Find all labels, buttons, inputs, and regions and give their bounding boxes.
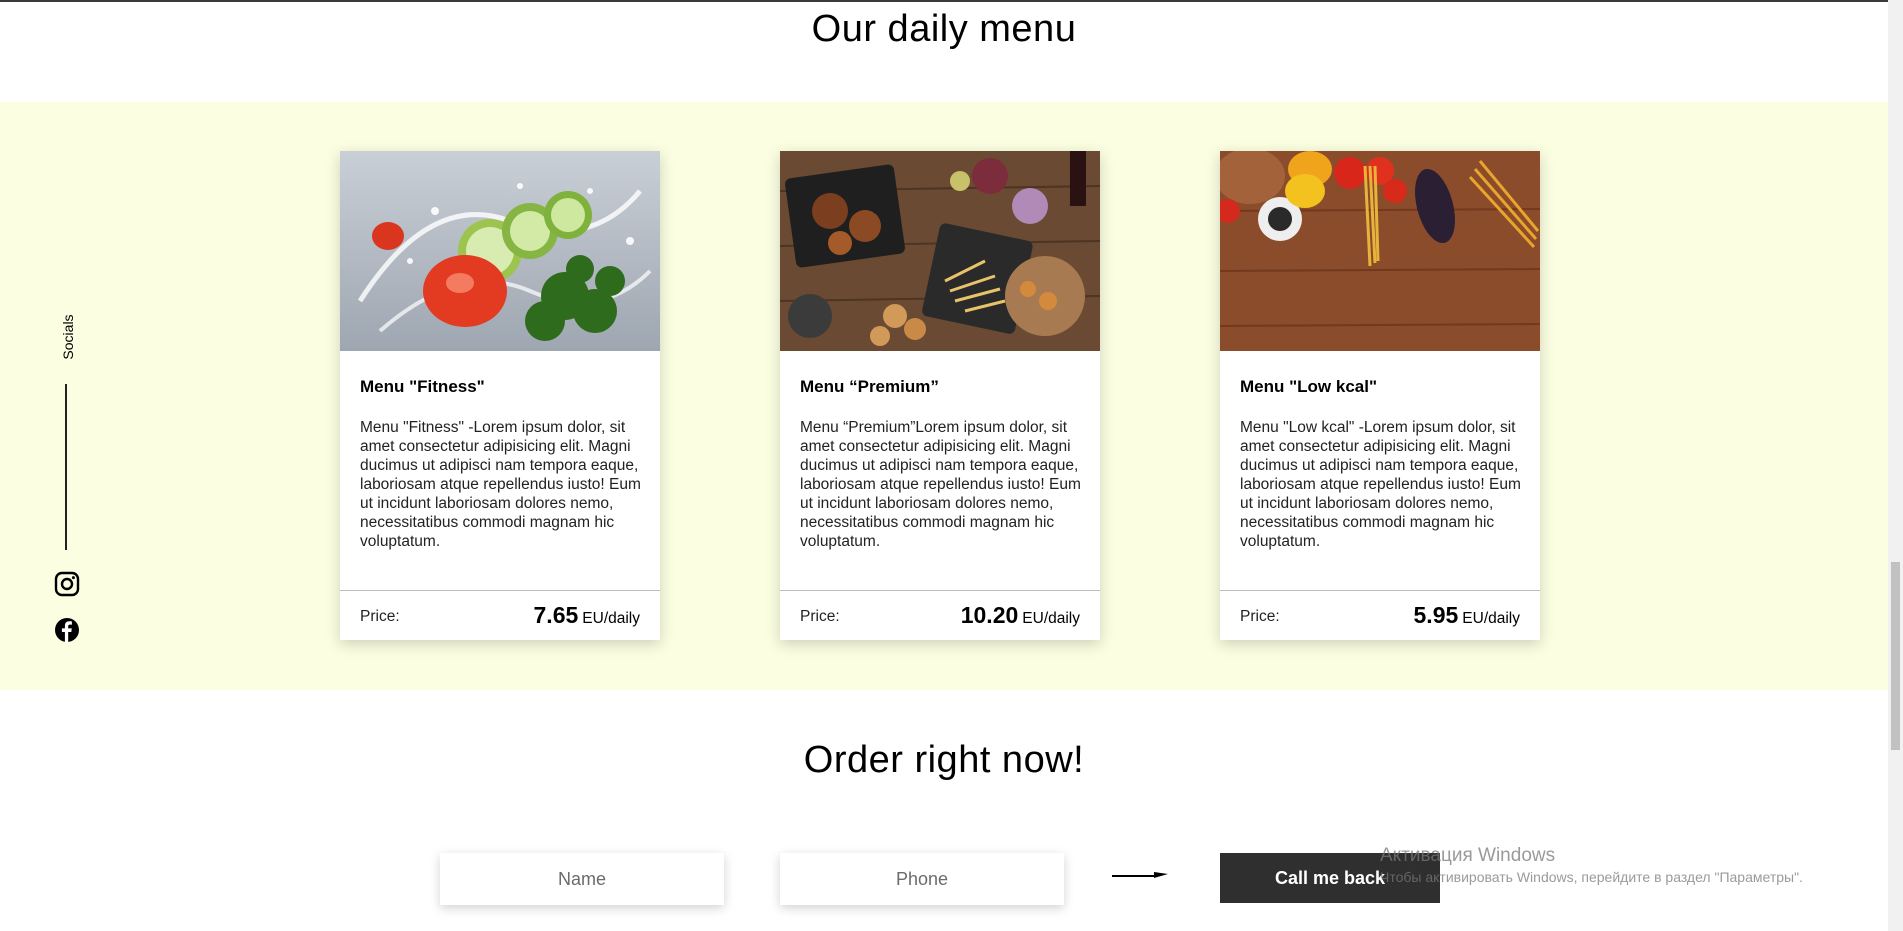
menu-card-fitness: Menu "Fitness" Menu "Fitness" -Lorem ips… [340,151,660,640]
top-border [0,0,1888,2]
card-divider [340,590,660,591]
menu-card-low-kcal: Menu "Low kcal" Menu "Low kcal" -Lorem i… [1220,151,1540,640]
price-label: Price: [800,608,840,625]
price-unit: EU/daily [582,610,640,627]
card-divider [1220,590,1540,591]
call-me-back-button[interactable]: Call me back [1220,853,1440,903]
price: 10.20 EU/daily [961,602,1080,629]
card-description: Menu “Premium”Lorem ipsum dolor, sit ame… [800,419,1081,550]
page-scrollbar[interactable] [1888,0,1903,931]
price-value: 5.95 [1413,602,1459,628]
low-kcal-vegetables-image [1220,151,1540,351]
menu-card-premium: Menu “Premium” Menu “Premium”Lorem ipsum… [780,151,1100,640]
price-unit: EU/daily [1462,610,1520,627]
instagram-icon[interactable] [54,571,80,597]
name-input[interactable] [440,853,724,905]
price-unit: EU/daily [1022,610,1080,627]
menu-section-title: Our daily menu [811,8,1077,50]
card-title: Menu "Low kcal" [1240,377,1378,396]
watermark-text: Чтобы активировать Windows, перейдите в … [1380,869,1803,885]
price-value: 7.65 [533,602,579,628]
phone-input[interactable] [780,853,1064,905]
windows-activation-watermark: Активация Windows Чтобы активировать Win… [1380,845,1803,885]
facebook-icon[interactable] [54,617,80,643]
scrollbar-thumb[interactable] [1891,562,1900,750]
card-description: Menu "Low kcal" -Lorem ipsum dolor, sit … [1240,419,1521,550]
price-label: Price: [360,608,400,625]
price: 5.95 EU/daily [1414,602,1520,629]
socials-label: Socials [60,314,76,360]
card-description: Menu "Fitness" -Lorem ipsum dolor, sit a… [360,419,641,550]
card-title: Menu “Premium” [800,377,939,396]
watermark-title: Активация Windows [1380,845,1556,866]
premium-food-image [780,151,1100,351]
price: 7.65 EU/daily [534,602,640,629]
card-divider [780,590,1100,591]
arrow-right-icon [1112,872,1168,878]
socials-divider [65,384,67,550]
price-value: 10.20 [960,602,1019,628]
card-title: Menu "Fitness" [360,377,485,396]
order-section-title: Order right now! [803,739,1085,781]
fitness-salad-image [340,151,660,351]
price-label: Price: [1240,608,1280,625]
